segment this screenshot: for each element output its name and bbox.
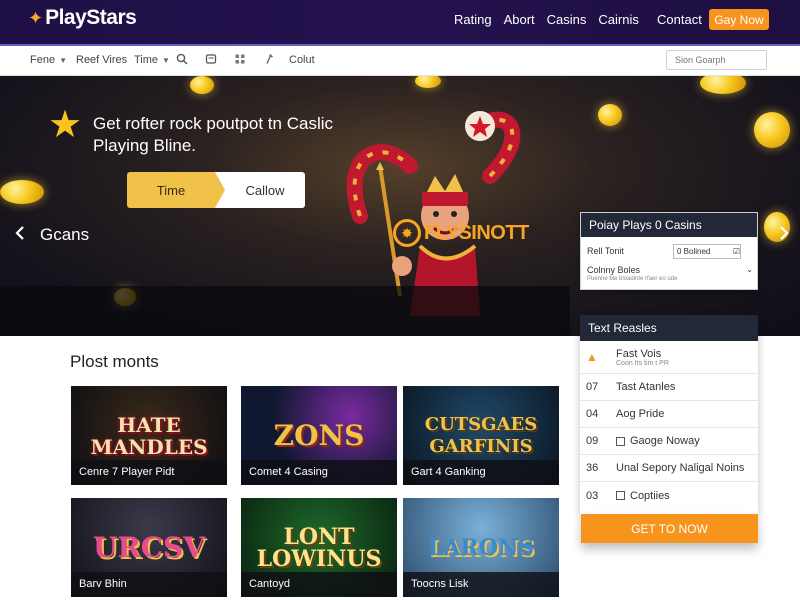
game-card-art-text: URCSV — [93, 530, 205, 564]
brand-logo: ✸ FLYSINOTT — [393, 219, 529, 247]
chevron-right-icon[interactable] — [778, 224, 790, 245]
list-item[interactable]: 07 Tast Atanles — [580, 374, 758, 401]
nav-rating[interactable]: Rating — [454, 12, 492, 27]
game-card-art-text: CUTSGAES GARFINIS — [424, 413, 538, 457]
logo[interactable]: ✦ PlayStars — [28, 6, 137, 30]
list-item-number: 03 — [586, 489, 599, 502]
list-item[interactable]: 04 Aog Pride — [580, 401, 758, 428]
coin-icon — [415, 76, 441, 88]
list-item[interactable]: 03 Coptiies — [580, 482, 758, 509]
list-item-number: 07 — [586, 381, 599, 393]
top-list-panel: Text Reasles ▲ Fast Vois Coon Its tim t … — [580, 315, 758, 515]
chevron-down-icon: ▼ — [59, 55, 67, 65]
section-title: Plost monts — [70, 352, 159, 371]
list-title: Text Reasles — [580, 315, 758, 341]
hero-title: Get rofter rock poutpot tn Caslic Playin… — [93, 114, 333, 155]
hero-toggle: Time Callow — [127, 172, 305, 208]
list-item[interactable]: 36 Unal Sepory Naligal Noins — [580, 455, 758, 482]
toggle-time-button[interactable]: Time — [127, 172, 225, 208]
widget-select[interactable]: 0 Bolined ☑ — [673, 243, 741, 259]
coin-icon — [0, 180, 44, 204]
chevron-left-icon[interactable] — [14, 224, 26, 245]
game-card-label: Cantoyd — [241, 572, 397, 597]
star-icon: ★ — [48, 104, 83, 146]
top-header: ✦ PlayStars Rating Abort Casins Cairnis … — [0, 0, 800, 44]
list-item-label: Tast Atanles — [616, 381, 676, 393]
get-now-button[interactable]: GET TO NOW — [581, 514, 758, 543]
list-item-label: Gaoge Noway — [630, 435, 700, 447]
game-card-art-text: HATE MANDLES — [90, 412, 208, 459]
chevron-down-icon: ⌄ — [746, 265, 753, 274]
filter-genre[interactable]: Fene ▼ — [30, 54, 67, 66]
checkbox[interactable] — [616, 436, 625, 446]
filter-reviews[interactable]: Reef Vires — [76, 54, 127, 66]
filter-count[interactable]: Colut — [289, 54, 315, 66]
game-card[interactable]: LARONS Toocns Lisk — [403, 498, 559, 597]
filter-genre-label: Fene — [30, 54, 56, 66]
coin-icon — [598, 104, 622, 126]
nav-casinos[interactable]: Casins — [547, 12, 587, 27]
game-card-label: Comet 4 Casing — [241, 460, 397, 485]
filter-time[interactable]: Time ▼ — [134, 54, 170, 66]
brand-logo-text: FLYSINOTT — [424, 221, 529, 244]
widget-dropdown[interactable]: Colnny Boles ⌄ Puenne bie bloadinte rfae… — [587, 265, 753, 282]
list-item-label: Unal Sepory Naligal Noins — [616, 462, 745, 474]
coin-icon — [190, 76, 214, 94]
game-card[interactable]: ZONS Comet 4 Casing — [241, 386, 397, 485]
tag-icon[interactable] — [205, 53, 217, 68]
list-item-label: Coptiies — [630, 489, 670, 502]
widget-dropdown-sub: Puenne bie bloadinte rfaer eo ude — [587, 276, 678, 282]
nav-about[interactable]: Abort — [504, 12, 535, 27]
game-card[interactable]: LONT LOWINUS Cantoyd — [241, 498, 397, 597]
filter-count-label: Colut — [289, 54, 315, 66]
nav-contact[interactable]: Contact — [657, 12, 702, 27]
checkbox[interactable] — [616, 491, 625, 500]
checkbox-icon: ☑ — [732, 246, 740, 256]
coin-icon — [754, 112, 790, 148]
band-label: Gcans — [40, 225, 90, 244]
casino-widget: Poiay Plays 0 Casins Rell Tonit 0 Boline… — [580, 212, 758, 290]
hero-banner: ★ Get rofter rock poutpot tn Caslic Play… — [0, 76, 800, 336]
search-input[interactable] — [666, 50, 767, 70]
game-card-label: Gart 4 Ganking — [403, 460, 559, 485]
game-card-art-text: ZONS — [273, 418, 365, 452]
game-card[interactable]: CUTSGAES GARFINIS Gart 4 Ganking — [403, 386, 559, 485]
grid-icon[interactable] — [234, 53, 246, 68]
list-item[interactable]: 09 Gaoge Noway — [580, 428, 758, 455]
game-card-art-text: LARONS — [428, 534, 534, 561]
game-card-art-text: LONT LOWINUS — [256, 523, 382, 572]
widget-select-value: 0 Bolined — [677, 246, 711, 256]
main-nav: Rating Abort Casins Cairnis — [454, 12, 639, 27]
list-item-number: 04 — [586, 408, 599, 420]
toggle-callow-button[interactable]: Callow — [215, 172, 305, 208]
list-item-label: Fast Vois — [616, 347, 662, 360]
list-item-number: 36 — [586, 462, 599, 474]
widget-row-label: Rell Tonit — [587, 246, 624, 256]
game-card[interactable]: URCSV Barv Bhin — [71, 498, 227, 597]
logo-text: PlayStars — [45, 6, 137, 29]
chevron-down-icon: ▼ — [162, 55, 170, 65]
list-item-number: 09 — [586, 435, 599, 447]
gear-icon: ✸ — [393, 219, 421, 247]
search-icon[interactable] — [176, 53, 188, 68]
coin-icon — [700, 76, 746, 94]
list-item[interactable]: ▲ Fast Vois Coon Its tim t PR — [580, 341, 758, 374]
list-item-label: Aog Pride — [616, 408, 665, 420]
list-item-sub: Coon Its tim t PR — [616, 359, 669, 367]
game-card-label: Barv Bhin — [71, 572, 227, 597]
widget-row: Rell Tonit 0 Bolined ☑ — [587, 243, 753, 259]
filter-reviews-label: Reef Vires — [76, 54, 128, 66]
play-now-button[interactable]: Gay Now — [709, 9, 769, 30]
widget-title: Poiay Plays 0 Casins — [581, 213, 757, 237]
game-card[interactable]: HATE MANDLES Cenre 7 Player Pidt — [71, 386, 227, 485]
game-card-label: Cenre 7 Player Pidt — [71, 460, 227, 485]
star-icon: ✦ — [28, 7, 44, 28]
pin-icon[interactable] — [263, 53, 275, 68]
widget-dropdown-label: Colnny Boles — [587, 265, 641, 275]
filter-time-label: Time — [134, 54, 159, 66]
fire-icon: ▲ — [586, 350, 598, 364]
game-card-label: Toocns Lisk — [403, 572, 559, 597]
hero-band — [0, 286, 570, 336]
nav-games[interactable]: Cairnis — [598, 12, 638, 27]
